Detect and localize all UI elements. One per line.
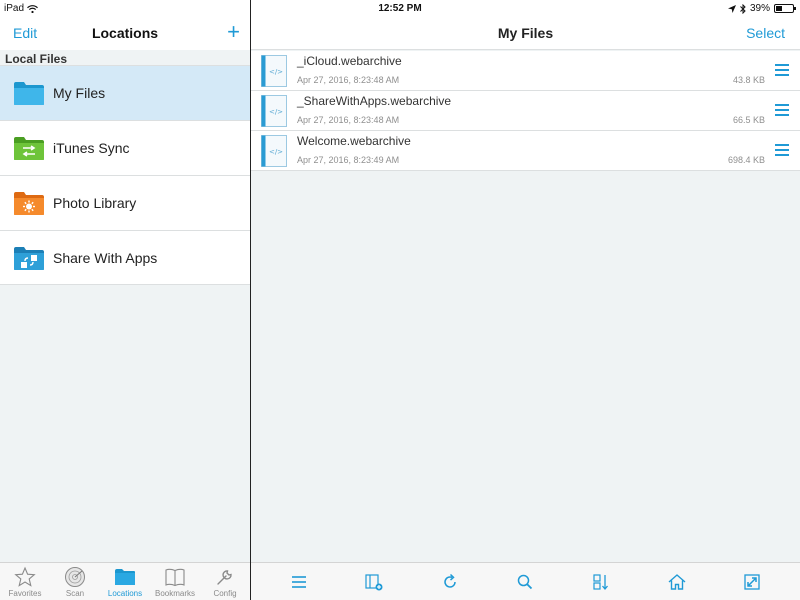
files-panel: My Files Select </> _iCloud.webarchive A… [251,18,800,600]
tab-label: Config [213,589,237,598]
location-label: iTunes Sync [53,140,130,156]
file-name: _ShareWithApps.webarchive [297,94,452,108]
file-row[interactable]: </> _iCloud.webarchive Apr 27, 2016, 8:2… [251,51,800,91]
file-name: Welcome.webarchive [297,134,411,148]
svg-text:</>: </> [269,108,283,116]
book-icon [165,568,185,587]
itunes-sync-folder-icon [13,135,45,161]
add-location-button[interactable]: + [227,21,240,43]
battery-level [776,6,783,11]
locations-nav-bar: Edit Locations + [0,18,250,50]
file-size: 698.4 KB [727,155,765,165]
home-icon[interactable] [667,572,687,592]
file-menu-icon[interactable] [775,104,789,116]
bluetooth-icon [740,3,746,14]
tab-config[interactable]: Config [200,563,250,600]
status-right-group: 39% [727,3,796,14]
folder-blue-icon [13,80,45,106]
tab-label: Locations [107,589,143,598]
status-bar: iPad 12:52 PM 39% [0,0,800,18]
webarchive-file-icon: </> [261,55,287,87]
locations-title: Locations [91,25,159,41]
new-folder-icon[interactable] [364,572,384,592]
photo-library-folder-icon [13,190,45,216]
tab-label: Bookmarks [154,589,195,598]
search-icon[interactable] [515,572,535,592]
webarchive-file-icon: </> [261,135,287,167]
tab-favorites[interactable]: Favorites [0,563,50,600]
page-title: My Files [497,25,554,41]
tab-bookmarks[interactable]: Bookmarks [150,563,200,600]
star-icon [14,566,36,587]
file-row[interactable]: </> Welcome.webarchive Apr 27, 2016, 8:2… [251,131,800,171]
locations-panel: Edit Locations + Local Files My Files iT… [0,18,250,600]
tab-scan[interactable]: Scan [50,563,100,600]
location-item-share-with-apps[interactable]: Share With Apps [0,230,250,285]
svg-text:</>: </> [269,68,283,76]
file-menu-icon[interactable] [775,144,789,156]
location-item-itunes-sync[interactable]: iTunes Sync [0,120,250,175]
file-size: 66.5 KB [732,115,765,125]
file-row[interactable]: </> _ShareWithApps.webarchive Apr 27, 20… [251,91,800,131]
share-with-apps-folder-icon [13,245,45,271]
tab-bar: Favorites Scan Locations Bookmarks Confi… [0,562,250,600]
location-label: My Files [53,85,106,101]
file-size: 43.8 KB [732,75,765,85]
bottom-toolbar [251,562,800,600]
file-menu-icon[interactable] [775,64,789,76]
location-arrow-icon [727,4,736,13]
radar-icon [65,567,85,587]
battery-percent: 39% [749,3,770,14]
locations-list: My Files iTunes Sync Photo Library Share… [0,65,250,285]
svg-text:</>: </> [269,148,283,156]
tab-label: Favorites [8,589,42,598]
refresh-icon[interactable] [440,572,460,592]
file-date: Apr 27, 2016, 8:23:49 AM [297,155,400,165]
file-list: </> _iCloud.webarchive Apr 27, 2016, 8:2… [251,51,800,171]
files-nav-bar: My Files Select [251,18,800,50]
list-menu-icon[interactable] [289,572,309,592]
section-header-local-files: Local Files [5,52,68,66]
location-label: Photo Library [53,195,137,211]
battery-icon [774,4,796,13]
clock: 12:52 PM [378,3,422,14]
tab-locations[interactable]: Locations [100,563,150,600]
location-item-photo-library[interactable]: Photo Library [0,175,250,230]
sort-icon[interactable] [591,572,611,592]
webarchive-file-icon: </> [261,95,287,127]
file-date: Apr 27, 2016, 8:23:48 AM [297,75,400,85]
tab-label: Scan [65,589,85,598]
wrench-icon [217,570,232,585]
expand-icon[interactable] [742,572,762,592]
location-label: Share With Apps [53,249,158,266]
file-date: Apr 27, 2016, 8:23:48 AM [297,115,400,125]
location-item-my-files[interactable]: My Files [0,65,250,120]
select-button[interactable]: Select [746,25,785,41]
file-name: _iCloud.webarchive [297,54,402,68]
folder-icon [115,569,135,585]
